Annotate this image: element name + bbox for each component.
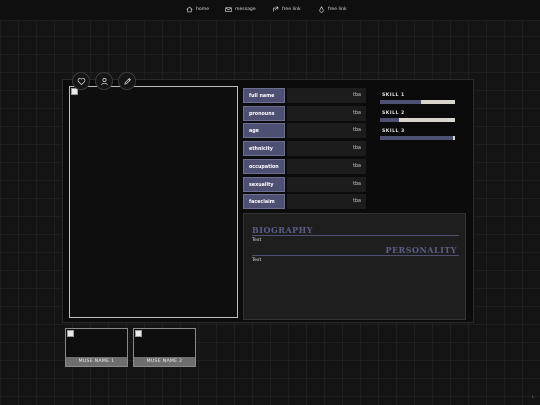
nav-message[interactable]: message [225, 6, 256, 13]
info-row-ethnicity: ethnicity tba [243, 141, 366, 156]
skill-fill [380, 118, 399, 122]
nav-free-link-2[interactable]: free link [318, 6, 347, 13]
biography-text: Text [252, 238, 262, 243]
info-label: ethnicity [243, 141, 285, 156]
info-value: tba [287, 106, 366, 121]
biography-title: BIOGRAPHY [252, 225, 313, 235]
muse-card-2[interactable]: MUSE NAME 2 [133, 328, 196, 367]
info-label: age [243, 123, 285, 138]
info-value: tba [287, 159, 366, 174]
link-icon [273, 6, 279, 12]
top-nav: home message free link free link [0, 0, 540, 21]
info-label: sexuality [243, 177, 285, 192]
nav-free-link-2-label: free link [328, 7, 347, 12]
info-row-faceclaim: faceclaim tba [243, 194, 366, 209]
home-icon [186, 6, 193, 13]
nav-home[interactable]: home [186, 6, 209, 13]
skill-bar [380, 118, 455, 122]
skill-label: SKILL 2 [382, 111, 405, 116]
drop-icon [319, 6, 324, 13]
user-icon [100, 77, 108, 85]
edit-button[interactable] [118, 72, 136, 90]
skill-2: SKILL 2 [380, 111, 456, 122]
info-label: pronouns [243, 106, 285, 121]
skill-label: SKILL 1 [382, 93, 405, 98]
skill-fill [380, 100, 422, 104]
biography-box[interactable]: BIOGRAPHY Text PERSONALITY Text [243, 213, 466, 320]
info-row-occupation: occupation tba [243, 159, 366, 174]
skill-bar [380, 100, 455, 104]
muse-name: MUSE NAME 1 [66, 357, 127, 366]
info-value: tba [287, 88, 366, 103]
nav-free-link-1[interactable]: free link [272, 6, 301, 13]
skill-3: SKILL 3 [380, 129, 456, 140]
nav-message-label: message [235, 7, 256, 12]
muse-name: MUSE NAME 2 [134, 357, 195, 366]
like-button[interactable] [72, 72, 90, 90]
info-value: tba [287, 177, 366, 192]
info-row-full-name: full name tba [243, 88, 366, 103]
info-label: faceclaim [243, 194, 285, 209]
nav-free-link-1-label: free link [282, 7, 301, 12]
info-label: full name [243, 88, 285, 103]
info-value: tba [287, 141, 366, 156]
skill-fill [380, 136, 453, 140]
mail-icon [225, 7, 232, 12]
pencil-icon [123, 77, 131, 85]
skill-bar [380, 136, 455, 140]
skill-1: SKILL 1 [380, 93, 456, 104]
portrait-image [69, 86, 238, 318]
info-value: tba [287, 123, 366, 138]
info-value: tba [287, 194, 366, 209]
nav-home-label: home [196, 7, 210, 12]
broken-image-icon [135, 330, 142, 337]
info-row-sexuality: sexuality tba [243, 177, 366, 192]
muse-card-1[interactable]: MUSE NAME 1 [65, 328, 128, 367]
broken-image-icon [67, 330, 74, 337]
profile-button[interactable] [95, 72, 113, 90]
heart-icon [77, 77, 85, 85]
divider [252, 255, 459, 256]
skill-label: SKILL 3 [382, 129, 405, 134]
info-label: occupation [243, 159, 285, 174]
info-row-pronouns: pronouns tba [243, 106, 366, 121]
personality-text: Text [252, 258, 262, 263]
personality-title: PERSONALITY [385, 245, 457, 255]
corner-mark: L [531, 394, 534, 399]
info-row-age: age tba [243, 123, 366, 138]
divider [252, 235, 459, 236]
